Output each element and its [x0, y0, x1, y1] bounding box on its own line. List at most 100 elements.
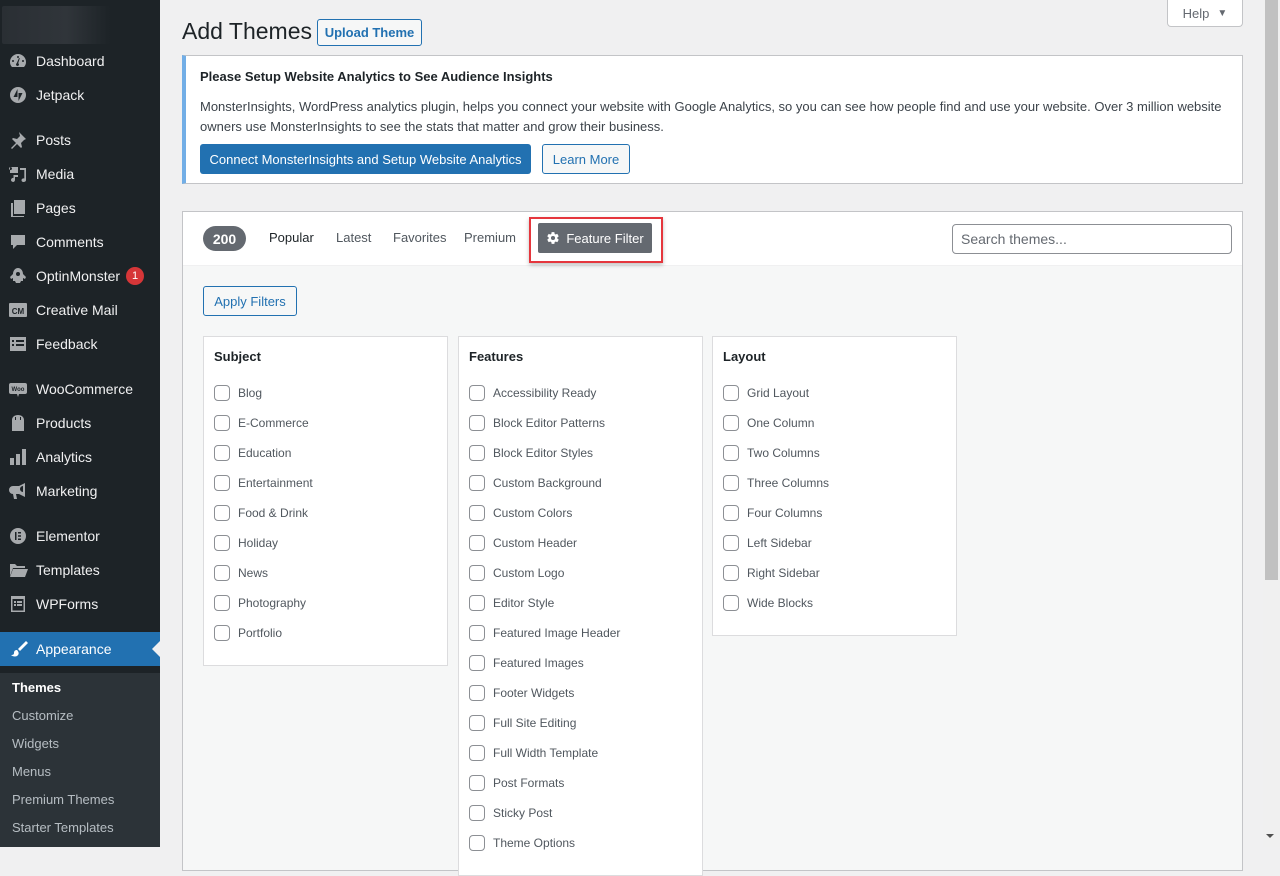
checkbox[interactable] [214, 535, 230, 551]
filter-option[interactable]: One Column [723, 415, 814, 431]
apply-filters-button[interactable]: Apply Filters [203, 286, 297, 316]
checkbox[interactable] [469, 535, 485, 551]
checkbox[interactable] [469, 685, 485, 701]
checkbox[interactable] [469, 745, 485, 761]
filter-option[interactable]: Editor Style [469, 595, 554, 611]
filter-option[interactable]: Post Formats [469, 775, 564, 791]
sidebar-item-media[interactable]: Media [0, 157, 160, 191]
checkbox[interactable] [469, 655, 485, 671]
filter-option[interactable]: Featured Image Header [469, 625, 620, 641]
tab-premium[interactable]: Premium [464, 230, 516, 245]
scroll-down-arrow-icon[interactable] [1266, 834, 1274, 838]
submenu-item-customize[interactable]: Customize [12, 708, 73, 723]
filter-option[interactable]: Featured Images [469, 655, 584, 671]
help-button[interactable]: Help ▼ [1167, 0, 1243, 27]
filter-option[interactable]: Holiday [214, 535, 278, 551]
submenu-item-themes[interactable]: Themes [12, 680, 61, 695]
sidebar-item-templates[interactable]: Templates [0, 553, 160, 587]
checkbox[interactable] [469, 595, 485, 611]
filter-option[interactable]: Theme Options [469, 835, 575, 851]
filter-option[interactable]: Blog [214, 385, 262, 401]
submenu-item-premium-themes[interactable]: Premium Themes [12, 792, 114, 807]
filter-option[interactable]: Three Columns [723, 475, 829, 491]
checkbox[interactable] [469, 505, 485, 521]
sidebar-item-feedback[interactable]: Feedback [0, 327, 160, 361]
checkbox[interactable] [469, 415, 485, 431]
sidebar-item-woocommerce[interactable]: Woo WooCommerce [0, 372, 160, 406]
filter-option[interactable]: Entertainment [214, 475, 313, 491]
feature-filter-button[interactable]: Feature Filter [538, 223, 652, 253]
submenu-item-menus[interactable]: Menus [12, 764, 51, 779]
filter-option[interactable]: Full Width Template [469, 745, 598, 761]
sidebar-item-creative-mail[interactable]: CM Creative Mail [0, 293, 160, 327]
checkbox[interactable] [723, 445, 739, 461]
checkbox[interactable] [214, 445, 230, 461]
checkbox[interactable] [469, 475, 485, 491]
tab-popular[interactable]: Popular [269, 230, 314, 245]
site-logo[interactable] [2, 6, 110, 44]
filter-option[interactable]: Photography [214, 595, 306, 611]
checkbox[interactable] [723, 595, 739, 611]
sidebar-item-posts[interactable]: Posts [0, 123, 160, 157]
filter-option[interactable]: Custom Colors [469, 505, 572, 521]
checkbox[interactable] [469, 385, 485, 401]
checkbox[interactable] [214, 565, 230, 581]
checkbox[interactable] [469, 565, 485, 581]
sidebar-item-marketing[interactable]: Marketing [0, 474, 160, 508]
submenu-item-starter-templates[interactable]: Starter Templates [12, 820, 114, 835]
filter-option[interactable]: Custom Header [469, 535, 577, 551]
sidebar-item-optinmonster[interactable]: OptinMonster 1 [0, 259, 160, 293]
filter-option[interactable]: Grid Layout [723, 385, 809, 401]
filter-option[interactable]: Left Sidebar [723, 535, 812, 551]
checkbox[interactable] [723, 475, 739, 491]
checkbox[interactable] [214, 505, 230, 521]
checkbox[interactable] [723, 385, 739, 401]
checkbox[interactable] [723, 565, 739, 581]
checkbox[interactable] [214, 595, 230, 611]
tab-favorites[interactable]: Favorites [393, 230, 446, 245]
filter-option[interactable]: Block Editor Patterns [469, 415, 605, 431]
upload-theme-button[interactable]: Upload Theme [317, 19, 422, 46]
checkbox[interactable] [214, 385, 230, 401]
checkbox[interactable] [469, 835, 485, 851]
filter-option[interactable]: Portfolio [214, 625, 282, 641]
connect-monsterinsights-button[interactable]: Connect MonsterInsights and Setup Websit… [200, 144, 531, 174]
filter-option[interactable]: E-Commerce [214, 415, 309, 431]
learn-more-button[interactable]: Learn More [542, 144, 630, 174]
filter-option[interactable]: Block Editor Styles [469, 445, 593, 461]
checkbox[interactable] [214, 415, 230, 431]
sidebar-item-appearance[interactable]: Appearance [0, 632, 160, 666]
checkbox[interactable] [723, 535, 739, 551]
filter-option[interactable]: Custom Background [469, 475, 602, 491]
filter-option[interactable]: Wide Blocks [723, 595, 813, 611]
filter-option[interactable]: Four Columns [723, 505, 822, 521]
checkbox[interactable] [214, 475, 230, 491]
submenu-item-widgets[interactable]: Widgets [12, 736, 59, 751]
sidebar-item-elementor[interactable]: Elementor [0, 519, 160, 553]
filter-option[interactable]: Right Sidebar [723, 565, 820, 581]
checkbox[interactable] [469, 625, 485, 641]
checkbox[interactable] [723, 505, 739, 521]
filter-option[interactable]: Footer Widgets [469, 685, 574, 701]
filter-option[interactable]: Custom Logo [469, 565, 564, 581]
tab-latest[interactable]: Latest [336, 230, 371, 245]
filter-option[interactable]: Full Site Editing [469, 715, 576, 731]
checkbox[interactable] [469, 445, 485, 461]
filter-option[interactable]: Accessibility Ready [469, 385, 596, 401]
checkbox[interactable] [469, 775, 485, 791]
sidebar-item-analytics[interactable]: Analytics [0, 440, 160, 474]
checkbox[interactable] [214, 625, 230, 641]
sidebar-item-products[interactable]: Products [0, 406, 160, 440]
search-themes-input[interactable] [952, 224, 1232, 254]
checkbox[interactable] [723, 415, 739, 431]
sidebar-item-wpforms[interactable]: WPForms [0, 587, 160, 621]
sidebar-item-pages[interactable]: Pages [0, 191, 160, 225]
sidebar-item-dashboard[interactable]: Dashboard [0, 44, 160, 78]
scrollbar-thumb[interactable] [1265, 0, 1278, 580]
filter-option[interactable]: Education [214, 445, 291, 461]
filter-option[interactable]: Food & Drink [214, 505, 308, 521]
checkbox[interactable] [469, 715, 485, 731]
sidebar-item-comments[interactable]: Comments [0, 225, 160, 259]
sidebar-item-jetpack[interactable]: Jetpack [0, 78, 160, 112]
filter-option[interactable]: Two Columns [723, 445, 820, 461]
